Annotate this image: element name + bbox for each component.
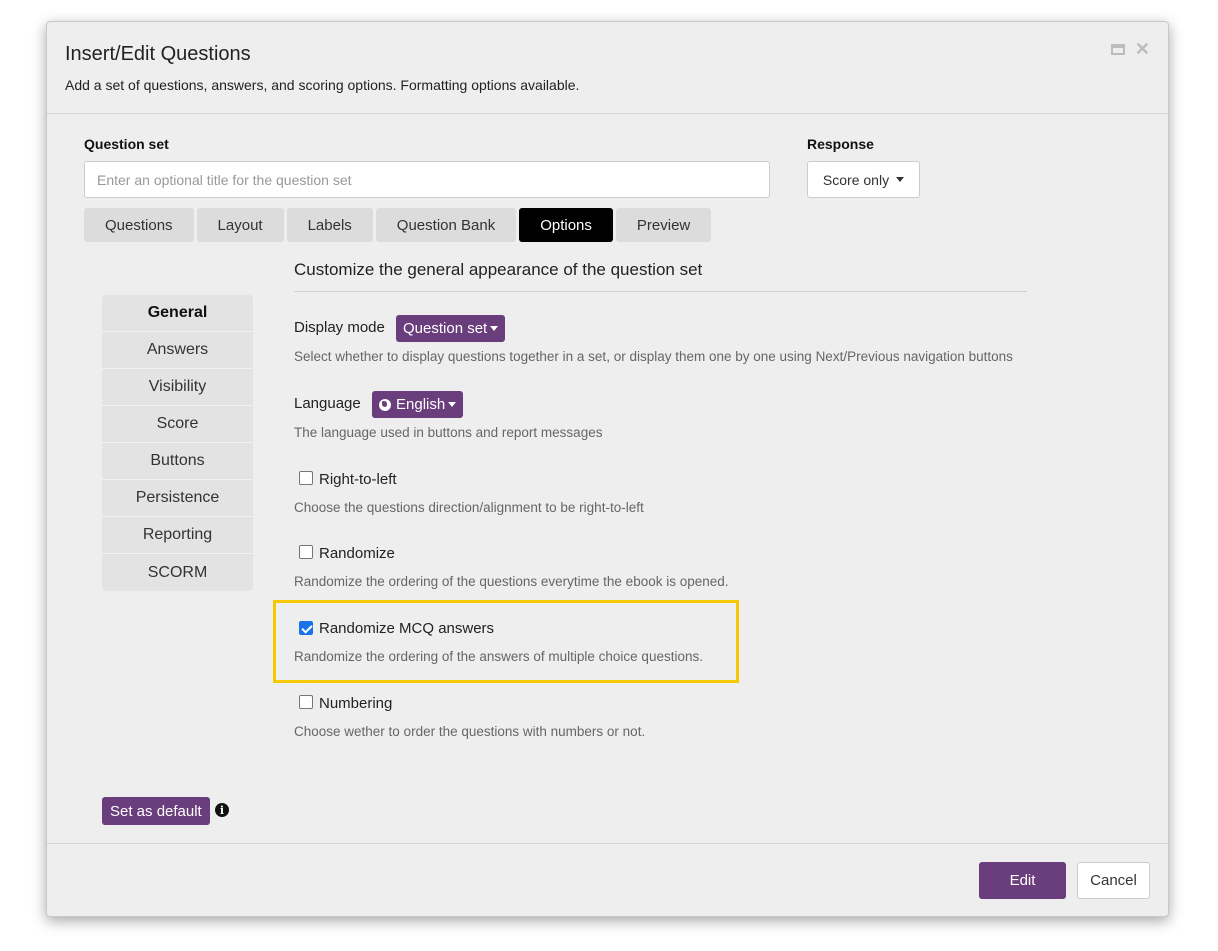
- tab-labels[interactable]: Labels: [286, 208, 373, 242]
- set-as-default-button[interactable]: Set as default: [102, 797, 210, 825]
- info-icon[interactable]: i: [215, 803, 229, 817]
- footer-divider: [47, 843, 1168, 844]
- dialog-title: Insert/Edit Questions: [65, 43, 251, 65]
- header-divider: [47, 113, 1168, 114]
- window-controls: ✕: [1110, 40, 1150, 58]
- randomize-checkbox[interactable]: [299, 545, 313, 559]
- right-to-left-checkbox[interactable]: [299, 471, 313, 485]
- tab-bar: Questions Layout Labels Question Bank Op…: [84, 208, 712, 242]
- tab-options[interactable]: Options: [519, 208, 613, 242]
- globe-icon: [379, 398, 391, 411]
- close-icon[interactable]: ✕: [1135, 40, 1150, 58]
- chevron-down-icon: [490, 326, 499, 331]
- side-item-scorm[interactable]: SCORM: [102, 554, 253, 591]
- section-heading: Customize the general appearance of the …: [294, 260, 703, 279]
- tab-questions[interactable]: Questions: [84, 208, 194, 242]
- randomize-mcq-description: Randomize the ordering of the answers of…: [294, 649, 703, 664]
- cancel-button[interactable]: Cancel: [1077, 862, 1150, 899]
- numbering-label[interactable]: Numbering: [319, 695, 392, 712]
- response-selected: Score only: [822, 171, 890, 188]
- language-label: Language: [294, 395, 361, 412]
- side-item-general[interactable]: General: [102, 295, 253, 332]
- options-side-menu: General Answers Visibility Score Buttons…: [102, 295, 253, 591]
- edit-button[interactable]: Edit: [979, 862, 1066, 899]
- response-label: Response: [807, 136, 874, 152]
- right-to-left-label[interactable]: Right-to-left: [319, 471, 397, 488]
- display-mode-label: Display mode: [294, 319, 385, 336]
- randomize-mcq-label[interactable]: Randomize MCQ answers: [319, 620, 494, 637]
- display-mode-description: Select whether to display questions toge…: [294, 349, 1013, 364]
- side-item-score[interactable]: Score: [102, 406, 253, 443]
- chevron-down-icon: [896, 177, 905, 182]
- dialog-subtitle: Add a set of questions, answers, and sco…: [65, 77, 580, 93]
- tab-question-bank[interactable]: Question Bank: [375, 208, 517, 242]
- section-divider: [294, 291, 1027, 292]
- question-set-title-input[interactable]: [84, 161, 770, 198]
- highlight-box: [273, 600, 739, 683]
- side-item-visibility[interactable]: Visibility: [102, 369, 253, 406]
- maximize-icon[interactable]: [1110, 43, 1125, 55]
- randomize-mcq-checkbox[interactable]: [299, 621, 313, 635]
- chevron-down-icon: [448, 402, 457, 407]
- side-item-buttons[interactable]: Buttons: [102, 443, 253, 480]
- display-mode-value: Question set: [403, 320, 488, 337]
- display-mode-dropdown[interactable]: Question set: [396, 315, 506, 342]
- side-item-answers[interactable]: Answers: [102, 332, 253, 369]
- response-dropdown[interactable]: Score only: [807, 161, 920, 198]
- tab-preview[interactable]: Preview: [615, 208, 712, 242]
- numbering-checkbox[interactable]: [299, 695, 313, 709]
- side-item-reporting[interactable]: Reporting: [102, 517, 253, 554]
- numbering-description: Choose wether to order the questions wit…: [294, 724, 646, 739]
- language-description: The language used in buttons and report …: [294, 425, 603, 440]
- right-to-left-description: Choose the questions direction/alignment…: [294, 500, 644, 515]
- insert-edit-questions-dialog: Insert/Edit Questions Add a set of quest…: [46, 21, 1169, 917]
- side-item-persistence[interactable]: Persistence: [102, 480, 253, 517]
- language-value: English: [396, 396, 446, 413]
- question-set-label: Question set: [84, 136, 169, 152]
- randomize-description: Randomize the ordering of the questions …: [294, 574, 729, 589]
- language-dropdown[interactable]: English: [372, 391, 464, 418]
- randomize-label[interactable]: Randomize: [319, 545, 395, 562]
- tab-layout[interactable]: Layout: [196, 208, 284, 242]
